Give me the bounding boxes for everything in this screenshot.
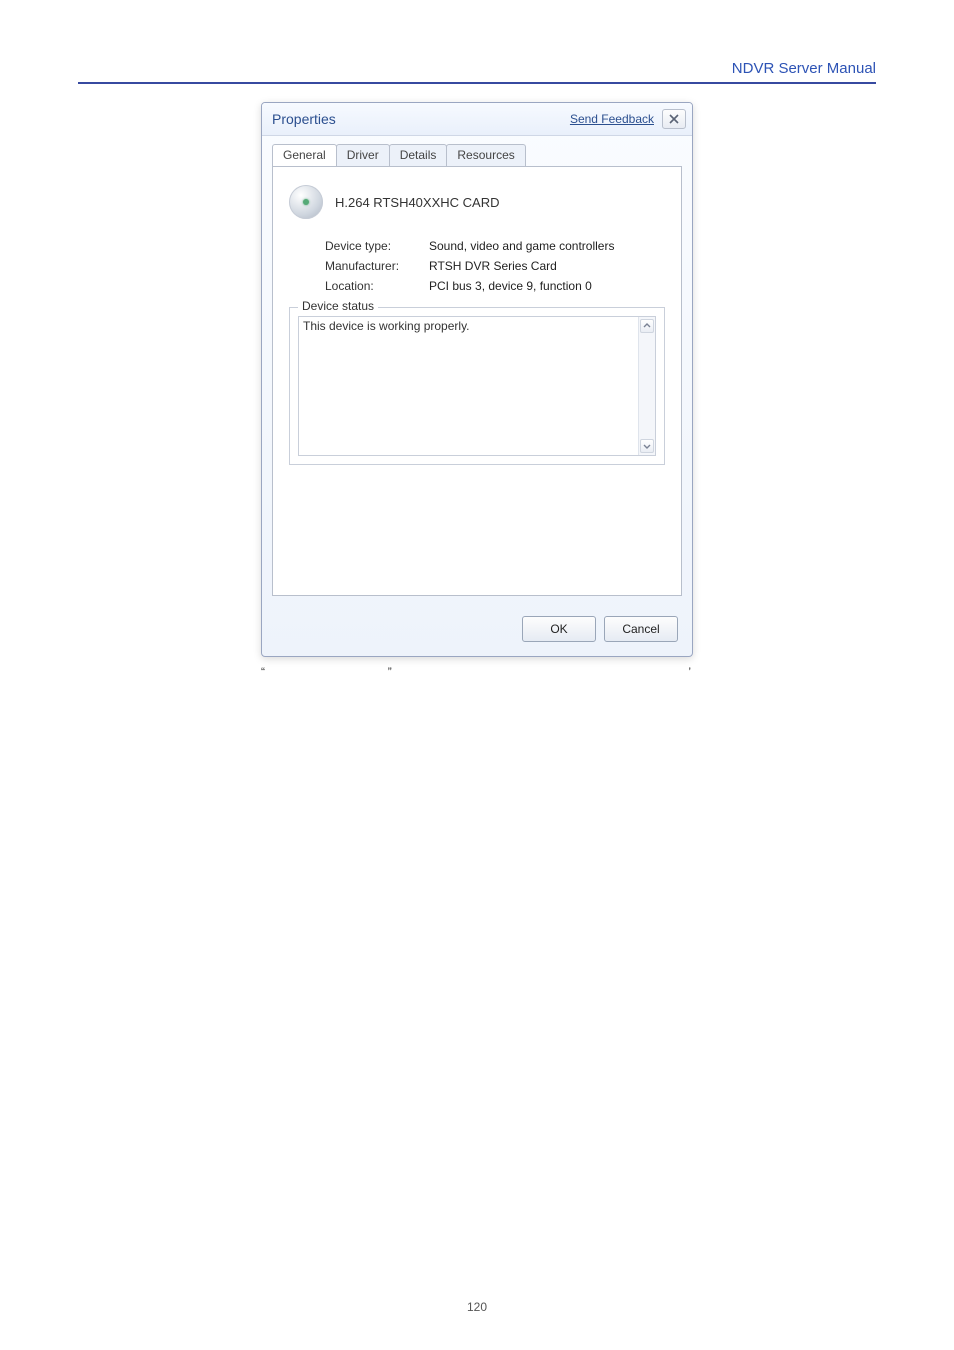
device-status-legend: Device status <box>298 299 378 313</box>
scroll-up-button[interactable] <box>640 319 654 333</box>
close-button[interactable] <box>662 109 686 129</box>
cancel-button[interactable]: Cancel <box>604 616 678 642</box>
status-scrollbar[interactable] <box>638 317 655 455</box>
value-manufacturer: RTSH DVR Series Card <box>429 259 665 273</box>
manual-title-link[interactable]: NDVR Server Manual <box>732 60 876 77</box>
close-icon <box>669 114 679 124</box>
figure-caption: “ ” ’ <box>261 665 691 679</box>
chevron-up-icon <box>643 322 651 330</box>
device-status-text: This device is working properly. <box>303 319 637 333</box>
page-number: 120 <box>0 1300 954 1314</box>
row-manufacturer: Manufacturer: RTSH DVR Series Card <box>325 259 665 273</box>
device-status-box: This device is working properly. <box>298 316 656 456</box>
tab-panel-general: H.264 RTSH40XXHC CARD Device type: Sound… <box>272 166 682 596</box>
row-device-type: Device type: Sound, video and game contr… <box>325 239 665 253</box>
value-location: PCI bus 3, device 9, function 0 <box>429 279 665 293</box>
tab-resources[interactable]: Resources <box>446 144 525 166</box>
caption-trailing-mark: ’ <box>688 665 691 679</box>
caption-open-quote: “ <box>261 665 265 679</box>
ok-button[interactable]: OK <box>522 616 596 642</box>
tab-bar: General Driver Details Resources <box>262 136 692 166</box>
tab-details[interactable]: Details <box>389 144 448 166</box>
properties-dialog: Properties Send Feedback General Driver … <box>261 102 693 657</box>
label-manufacturer: Manufacturer: <box>325 259 429 273</box>
tab-driver[interactable]: Driver <box>336 144 390 166</box>
device-status-group: Device status This device is working pro… <box>289 307 665 465</box>
label-device-type: Device type: <box>325 239 429 253</box>
tab-general[interactable]: General <box>272 144 337 166</box>
row-location: Location: PCI bus 3, device 9, function … <box>325 279 665 293</box>
device-icon <box>289 185 323 219</box>
value-device-type: Sound, video and game controllers <box>429 239 665 253</box>
doc-header: NDVR Server Manual <box>78 60 876 84</box>
send-feedback-link[interactable]: Send Feedback <box>570 112 654 126</box>
caption-close-quote: ” <box>388 665 392 679</box>
dialog-title: Properties <box>272 111 336 127</box>
chevron-down-icon <box>643 442 651 450</box>
device-name: H.264 RTSH40XXHC CARD <box>335 195 499 210</box>
scroll-down-button[interactable] <box>640 439 654 453</box>
dialog-button-row: OK Cancel <box>262 606 692 656</box>
label-location: Location: <box>325 279 429 293</box>
dialog-titlebar: Properties Send Feedback <box>262 103 692 136</box>
